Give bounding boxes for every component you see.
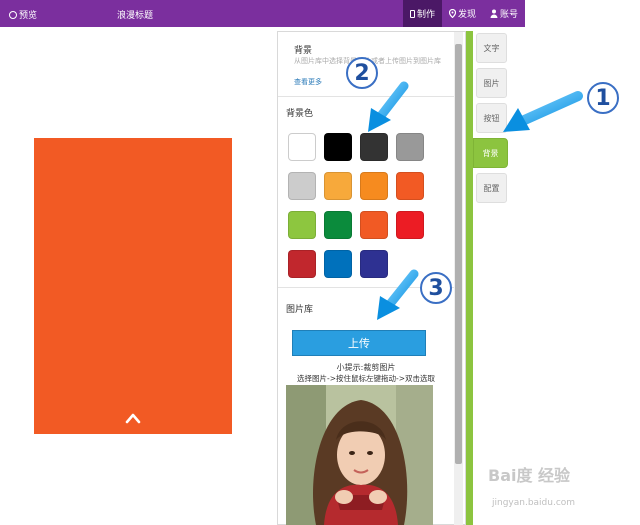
- page-title[interactable]: 浪漫标题: [117, 8, 153, 21]
- color-swatch[interactable]: [396, 211, 424, 239]
- color-swatch[interactable]: [324, 133, 352, 161]
- color-swatch[interactable]: [288, 250, 316, 278]
- top-nav: 制作 发现 账号: [402, 0, 525, 27]
- callout-badge-3: 3: [420, 272, 452, 304]
- color-swatch[interactable]: [288, 211, 316, 239]
- tab-background[interactable]: 背景: [473, 138, 508, 168]
- upload-button[interactable]: 上传: [292, 330, 426, 356]
- color-swatch[interactable]: [288, 133, 316, 161]
- portrait-photo: [286, 385, 433, 525]
- tab-image[interactable]: 图片: [476, 68, 507, 98]
- preview-button[interactable]: 预览: [9, 8, 37, 21]
- user-icon: [490, 9, 498, 18]
- tab-text[interactable]: 文字: [476, 33, 507, 63]
- preview-icon: [9, 10, 17, 19]
- tab-settings[interactable]: 配置: [476, 173, 507, 203]
- watermark: Bai度 经验 jingyan.baidu.com: [488, 462, 608, 522]
- crop-tip-title: 小提示:裁剪图片: [336, 363, 396, 372]
- more-link[interactable]: 查看更多: [294, 77, 322, 87]
- phone-icon: [409, 9, 415, 18]
- tabs-rail: [466, 31, 473, 525]
- nav-account[interactable]: 账号: [483, 0, 525, 27]
- nav-make[interactable]: 制作: [402, 0, 442, 27]
- color-swatch[interactable]: [324, 250, 352, 278]
- top-bar: 预览 浪漫标题 制作 发现 账号: [0, 0, 525, 27]
- background-color-label: 背景色: [286, 109, 314, 119]
- color-swatch[interactable]: [396, 172, 424, 200]
- nav-discover[interactable]: 发现: [442, 0, 483, 27]
- arrow-to-background-tab: [503, 91, 583, 132]
- crop-tip-steps: 选择图片->按住鼠标左键拖动->双击选取: [297, 374, 435, 383]
- color-swatch[interactable]: [360, 172, 388, 200]
- color-swatch[interactable]: [288, 172, 316, 200]
- nav-make-label: 制作: [416, 10, 435, 20]
- library-image-thumbnail[interactable]: [286, 385, 433, 525]
- color-swatch[interactable]: [396, 133, 424, 161]
- nav-discover-label: 发现: [457, 10, 476, 20]
- color-swatch[interactable]: [360, 250, 388, 278]
- color-swatch-grid: [288, 133, 438, 278]
- background-heading: 背景: [294, 46, 313, 56]
- watermark-url: jingyan.baidu.com: [492, 498, 576, 508]
- panel-scrollbar[interactable]: [455, 44, 462, 464]
- callout-badge-1: 1: [587, 82, 619, 114]
- color-swatch[interactable]: [324, 211, 352, 239]
- preview-label: 预览: [19, 11, 38, 21]
- color-swatch[interactable]: [360, 211, 388, 239]
- divider: [278, 96, 454, 97]
- color-swatch[interactable]: [360, 133, 388, 161]
- chevron-up-icon[interactable]: [125, 412, 141, 424]
- image-library-label: 图片库: [286, 305, 314, 315]
- tab-button[interactable]: 按钮: [476, 103, 507, 133]
- phone-preview-canvas[interactable]: [34, 138, 232, 434]
- nav-account-label: 账号: [499, 10, 518, 20]
- location-pin-icon: [448, 9, 456, 18]
- color-swatch[interactable]: [324, 172, 352, 200]
- watermark-brand: Bai度 经验: [488, 466, 571, 485]
- callout-badge-2: 2: [346, 57, 378, 89]
